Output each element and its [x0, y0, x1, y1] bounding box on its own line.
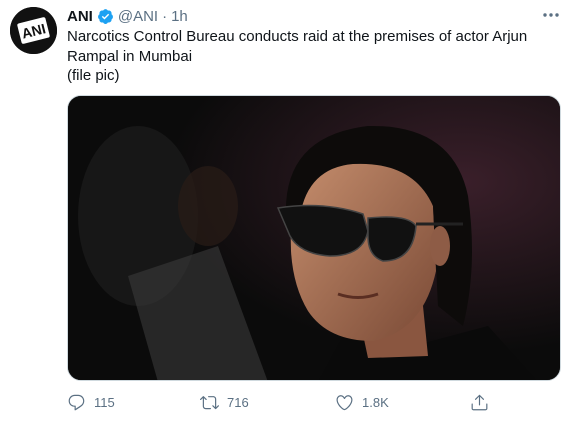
- like-count: 1.8K: [362, 394, 389, 410]
- verified-badge-icon: [97, 8, 114, 25]
- tweet-header: ANI @ANI · 1h: [67, 6, 188, 26]
- user-handle[interactable]: @ANI: [118, 8, 158, 25]
- retweet-button[interactable]: 716: [200, 390, 249, 414]
- retweet-count: 716: [227, 394, 249, 410]
- like-button[interactable]: 1.8K: [335, 390, 389, 414]
- share-icon: [470, 393, 489, 412]
- more-options-icon[interactable]: [540, 6, 562, 24]
- tweet-timestamp[interactable]: 1h: [171, 8, 188, 25]
- tweet-text-line: (file pic): [67, 67, 120, 84]
- share-button[interactable]: [470, 390, 489, 414]
- tweet-text: Narcotics Control Bureau conducts raid a…: [67, 27, 557, 86]
- ani-logo: ANI: [10, 7, 57, 54]
- like-heart-icon: [335, 393, 354, 412]
- photo-portrait-image: [68, 96, 560, 380]
- retweet-icon: [200, 393, 219, 412]
- display-name[interactable]: ANI: [67, 8, 93, 25]
- tweet-actions: 115 716 1.8K: [67, 390, 497, 414]
- header-separator: ·: [162, 7, 168, 25]
- reply-count: 115: [94, 394, 115, 410]
- reply-button[interactable]: 115: [67, 390, 115, 414]
- avatar[interactable]: ANI: [10, 7, 57, 54]
- tweet-card: ANI ANI @ANI · 1h Narcotics Control Bure…: [0, 0, 576, 421]
- tweet-photo[interactable]: [67, 95, 561, 381]
- tweet-text-line: Narcotics Control Bureau conducts raid a…: [67, 28, 528, 65]
- reply-icon: [67, 393, 86, 412]
